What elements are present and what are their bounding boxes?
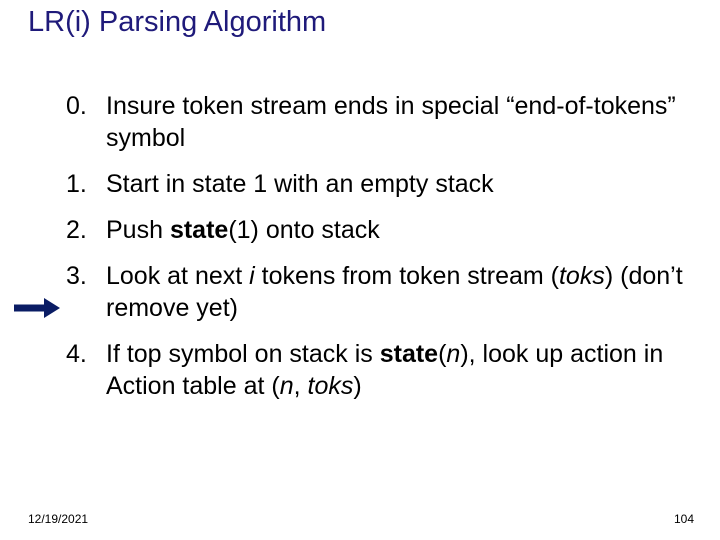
list-item: 0.Insure token stream ends in special “e… — [66, 90, 686, 154]
arrow-icon — [12, 296, 60, 320]
list-item: 4.If top symbol on stack is state(n), lo… — [66, 338, 686, 402]
list-item-text: Look at next i tokens from token stream … — [106, 260, 686, 324]
list-item: 3.Look at next i tokens from token strea… — [66, 260, 686, 324]
list-item-number: 4. — [66, 338, 106, 402]
list-item-text: Push state(1) onto stack — [106, 214, 686, 246]
slide-title: LR(i) Parsing Algorithm — [28, 6, 326, 39]
list-item-text: If top symbol on stack is state(n), look… — [106, 338, 686, 402]
list-item: 1.Start in state 1 with an empty stack — [66, 168, 686, 200]
list-item-number: 2. — [66, 214, 106, 246]
slide: LR(i) Parsing Algorithm 0.Insure token s… — [0, 0, 720, 540]
footer-date: 12/19/2021 — [28, 512, 88, 526]
list-item: 2.Push state(1) onto stack — [66, 214, 686, 246]
list-item-number: 0. — [66, 90, 106, 154]
list-item-text: Start in state 1 with an empty stack — [106, 168, 686, 200]
list-item-number: 1. — [66, 168, 106, 200]
list-item-number: 3. — [66, 260, 106, 324]
footer-page: 104 — [674, 512, 694, 526]
list-item-text: Insure token stream ends in special “end… — [106, 90, 686, 154]
slide-body: 0.Insure token stream ends in special “e… — [66, 90, 686, 416]
